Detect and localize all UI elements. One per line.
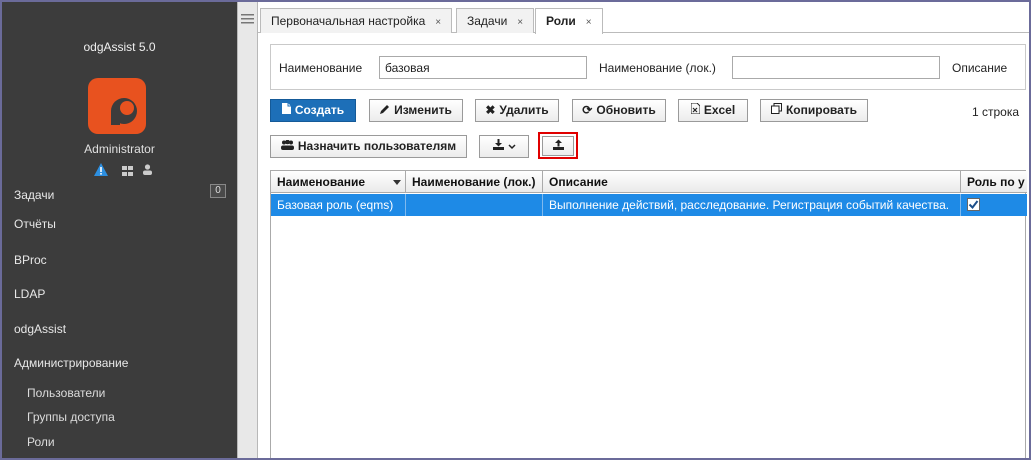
close-icon[interactable]: × — [517, 17, 523, 28]
cell-name: Базовая роль (eqms) — [271, 194, 406, 216]
create-button[interactable]: Создать — [270, 99, 356, 122]
copy-label: Копировать — [785, 103, 858, 117]
excel-label: Excel — [703, 103, 736, 117]
local-name-filter-label: Наименование (лок.) — [599, 61, 716, 75]
excel-icon — [690, 100, 701, 121]
sidebar-item-odgassist[interactable]: odgAssist — [14, 322, 66, 336]
local-name-filter-input[interactable] — [732, 56, 940, 79]
cell-local-name — [406, 194, 543, 216]
file-icon — [281, 100, 291, 121]
grid-icon[interactable] — [122, 165, 133, 179]
roles-grid: Наименование Наименование (лок.) Описани… — [270, 170, 1027, 458]
edit-button[interactable]: Изменить — [369, 99, 463, 122]
user-icons — [94, 163, 164, 177]
column-header-local-name[interactable]: Наименование (лок.) — [406, 171, 543, 193]
assign-users-button[interactable]: Назначить пользователям — [270, 135, 467, 158]
delete-button[interactable]: ✖ Удалить — [475, 99, 559, 122]
tab-label: Задачи — [467, 14, 508, 28]
check-icon — [968, 200, 979, 210]
tasks-count-badge: 0 — [210, 184, 226, 198]
refresh-label: Обновить — [596, 103, 656, 117]
username: Administrator — [84, 142, 155, 156]
upload-button-highlight — [538, 132, 578, 159]
sidebar-item-access-groups[interactable]: Группы доступа — [27, 410, 115, 424]
sidebar-item-administration[interactable]: Администрирование — [14, 356, 128, 370]
app-title: odgAssist 5.0 — [83, 40, 156, 54]
tab-initial-setup[interactable]: Первоначальная настройка × — [260, 8, 453, 33]
column-header-description[interactable]: Описание — [543, 171, 961, 193]
sidebar-item-tasks[interactable]: Задачи — [14, 188, 54, 202]
column-header-name[interactable]: Наименование — [271, 171, 406, 193]
grid-header: Наименование Наименование (лок.) Описани… — [271, 171, 1027, 193]
copy-icon — [770, 100, 782, 121]
column-header-label: Наименование — [277, 175, 366, 189]
column-header-user-role[interactable]: Роль по у — [961, 171, 1027, 193]
table-row[interactable]: Базовая роль (eqms) Выполнение действий,… — [271, 194, 1027, 216]
cell-user-role — [961, 194, 1027, 216]
download-dropdown-button[interactable] — [479, 135, 529, 158]
create-label: Создать — [294, 103, 345, 117]
tab-roles[interactable]: Роли × — [535, 8, 603, 34]
tab-label: Роли — [546, 14, 576, 28]
sidebar-item-ldap[interactable]: LDAP — [14, 287, 45, 301]
name-filter-label: Наименование — [279, 61, 363, 75]
sidebar-item-users[interactable]: Пользователи — [27, 386, 105, 400]
refresh-button[interactable]: ⟳ Обновить — [572, 99, 666, 122]
logo-icon — [88, 78, 146, 134]
user-role-checkbox[interactable] — [967, 198, 980, 211]
users-icon[interactable] — [142, 164, 153, 178]
refresh-icon: ⟳ — [582, 103, 593, 117]
edit-label: Изменить — [394, 103, 452, 117]
app-window: odgAssist 5.0 Administrator Задачи 0 Отч… — [0, 0, 1031, 460]
delete-label: Удалить — [499, 103, 549, 117]
download-icon — [492, 136, 504, 157]
assign-users-label: Назначить пользователям — [297, 139, 457, 153]
main-panel: Первоначальная настройка × Задачи × Роли × … — [258, 2, 1029, 458]
sort-desc-icon[interactable] — [393, 171, 401, 193]
warning-icon[interactable] — [94, 163, 108, 179]
chevron-down-icon — [507, 139, 516, 153]
name-filter-input[interactable] — [379, 56, 587, 79]
close-icon[interactable]: × — [586, 17, 592, 28]
sidebar-splitter[interactable] — [237, 2, 258, 458]
pencil-icon — [380, 100, 390, 121]
excel-button[interactable]: Excel — [678, 99, 748, 122]
filter-panel: Наименование Наименование (лок.) Описани… — [270, 44, 1026, 90]
users-group-icon — [280, 136, 294, 157]
tab-tasks[interactable]: Задачи × — [456, 8, 535, 33]
cell-description: Выполнение действий, расследование. Реги… — [543, 194, 961, 216]
sidebar-item-roles[interactable]: Роли — [27, 435, 55, 449]
row-count: 1 строка — [972, 105, 1020, 119]
times-icon: ✖ — [485, 103, 496, 117]
tab-bar: Первоначальная настройка × Задачи × Роли × — [258, 8, 1029, 34]
collapse-grip-icon[interactable] — [241, 14, 254, 24]
description-filter-label: Описание — [952, 61, 1008, 75]
copy-button[interactable]: Копировать — [760, 99, 868, 122]
close-icon[interactable]: × — [435, 17, 441, 28]
sidebar: odgAssist 5.0 Administrator Задачи 0 Отч… — [2, 2, 237, 458]
sidebar-item-reports[interactable]: Отчёты — [14, 217, 56, 231]
tab-label: Первоначальная настройка — [271, 14, 426, 28]
sidebar-item-bproc[interactable]: BProc — [14, 253, 47, 267]
